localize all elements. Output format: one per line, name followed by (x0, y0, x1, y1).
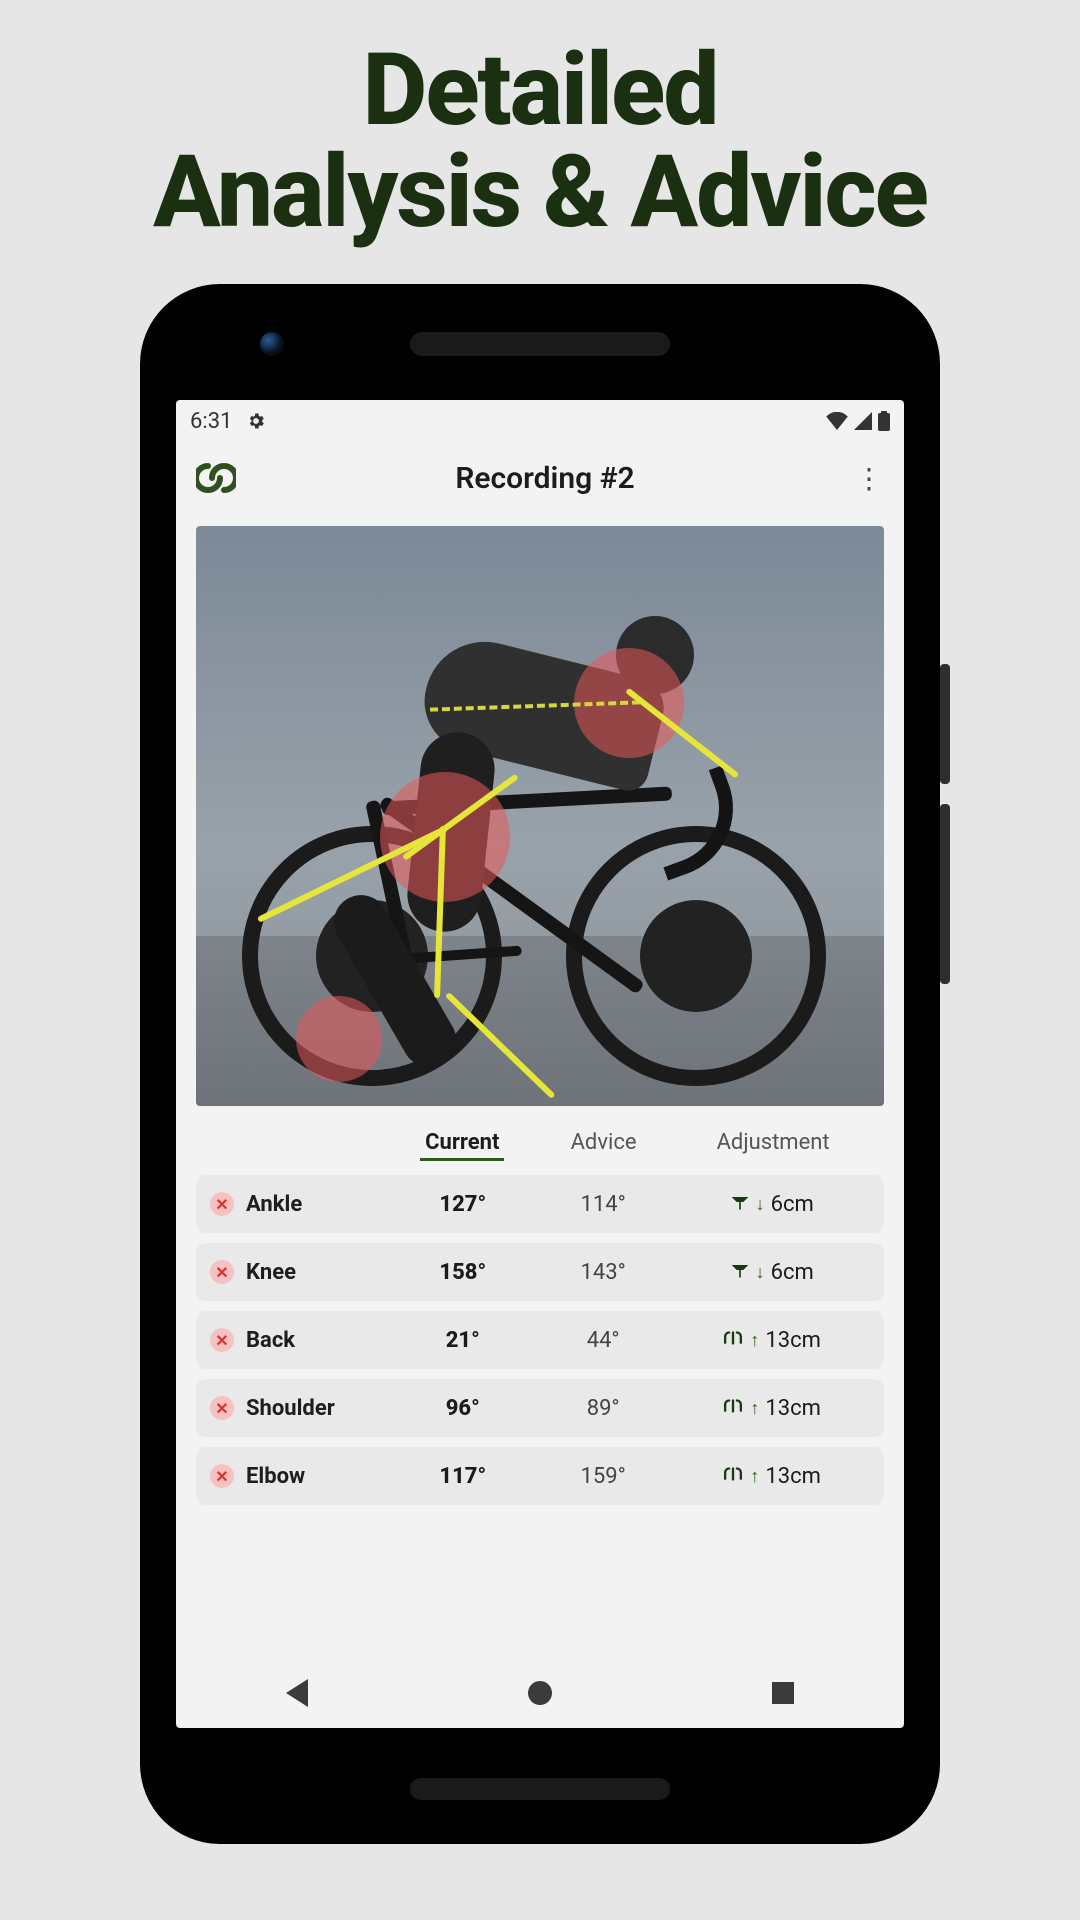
status-time: 6:31 (190, 409, 232, 434)
current-value: 117° (393, 1464, 533, 1489)
adjustment-value: 13cm (765, 1464, 821, 1489)
joint-name: Shoulder (246, 1396, 335, 1421)
android-nav-bar (176, 1658, 904, 1728)
pose-analysis-image[interactable] (196, 526, 884, 1106)
advice-value: 159° (533, 1464, 673, 1489)
status-error-icon: ✕ (210, 1396, 234, 1420)
table-row[interactable]: ✕ Ankle 127°114° ↓ 6cm (196, 1175, 884, 1233)
direction-arrow-icon: ↑ (750, 1466, 759, 1487)
phone-volume-button (940, 804, 950, 984)
current-value: 96° (393, 1396, 533, 1421)
direction-arrow-icon: ↑ (750, 1398, 759, 1419)
phone-power-button (940, 664, 950, 784)
status-error-icon: ✕ (210, 1328, 234, 1352)
nav-back-button[interactable] (286, 1679, 308, 1707)
joint-name: Elbow (246, 1464, 305, 1489)
joint-name: Ankle (246, 1192, 302, 1217)
nav-home-button[interactable] (528, 1681, 552, 1705)
table-row[interactable]: ✕ Elbow 117°159° ↑ 13cm (196, 1447, 884, 1505)
phone-bottom-speaker (410, 1778, 670, 1800)
screen-title: Recording #2 (455, 461, 634, 496)
tab-adjustment[interactable]: Adjustment (674, 1130, 872, 1155)
adjustment-value: 13cm (765, 1396, 821, 1421)
joint-name: Knee (246, 1260, 296, 1285)
signal-icon (854, 412, 872, 430)
direction-arrow-icon: ↑ (750, 1330, 759, 1351)
phone-speaker (410, 332, 670, 356)
current-value: 127° (393, 1192, 533, 1217)
status-error-icon: ✕ (210, 1192, 234, 1216)
handlebar-icon (722, 1464, 744, 1488)
more-icon[interactable]: ⋮ (854, 462, 884, 495)
adjustment-value: 13cm (765, 1328, 821, 1353)
advice-value: 143° (533, 1260, 673, 1285)
saddle-icon (730, 1192, 750, 1216)
promo-line2: Analysis & Advice (0, 142, 1080, 244)
direction-arrow-icon: ↓ (756, 1262, 765, 1283)
table-row[interactable]: ✕ Shoulder 96°89° ↑ 13cm (196, 1379, 884, 1437)
table-row[interactable]: ✕ Knee 158°143° ↓ 6cm (196, 1243, 884, 1301)
advice-value: 44° (533, 1328, 673, 1353)
current-value: 158° (393, 1260, 533, 1285)
analysis-table: Current Advice Adjustment ✕ Ankle 127°114°… (196, 1130, 884, 1505)
battery-icon (878, 411, 890, 431)
tab-current[interactable]: Current (392, 1130, 533, 1155)
status-error-icon: ✕ (210, 1260, 234, 1284)
app-screen: 6:31 (176, 400, 904, 1728)
settings-icon (246, 411, 266, 431)
wifi-icon (826, 412, 848, 430)
joint-name: Back (246, 1328, 295, 1353)
handlebar-icon (722, 1396, 744, 1420)
app-header: Recording #2 ⋮ (176, 442, 904, 514)
status-error-icon: ✕ (210, 1464, 234, 1488)
direction-arrow-icon: ↓ (756, 1194, 765, 1215)
current-value: 21° (393, 1328, 533, 1353)
table-row[interactable]: ✕ Back 21°44° ↑ 13cm (196, 1311, 884, 1369)
advice-value: 89° (533, 1396, 673, 1421)
promo-headline: Detailed Analysis & Advice (0, 0, 1080, 244)
phone-camera (260, 332, 284, 356)
tab-advice[interactable]: Advice (533, 1130, 674, 1155)
handlebar-icon (722, 1328, 744, 1352)
hotspot-ankle (296, 996, 382, 1082)
adjustment-value: 6cm (771, 1260, 814, 1285)
promo-line1: Detailed (0, 40, 1080, 142)
saddle-icon (730, 1260, 750, 1284)
status-bar: 6:31 (176, 400, 904, 442)
advice-value: 114° (533, 1192, 673, 1217)
nav-recents-button[interactable] (772, 1682, 794, 1704)
app-logo-icon[interactable] (196, 458, 236, 498)
adjustment-value: 6cm (771, 1192, 814, 1217)
phone-mockup: 6:31 (140, 284, 940, 1844)
table-header-row: Current Advice Adjustment (196, 1130, 884, 1165)
